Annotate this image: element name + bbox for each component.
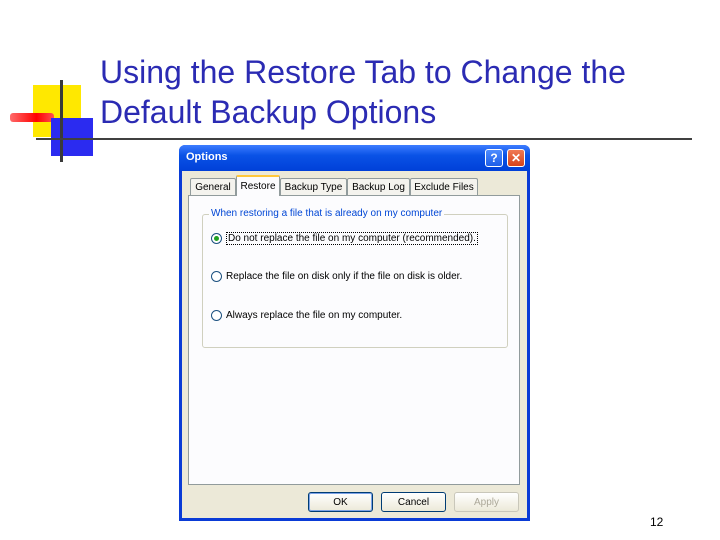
- cancel-button[interactable]: Cancel: [381, 492, 446, 512]
- option-label: Replace the file on disk only if the fil…: [226, 271, 463, 282]
- tab-general[interactable]: General: [190, 178, 236, 195]
- dialog-title: Options: [186, 151, 228, 163]
- tab-backup-log[interactable]: Backup Log: [347, 178, 410, 195]
- restore-options-group: When restoring a file that is already on…: [202, 208, 508, 348]
- option-do-not-replace[interactable]: Do not replace the file on my computer (…: [211, 232, 478, 245]
- options-dialog: Options ? ✕ General Restore Backup Type …: [179, 145, 530, 521]
- tab-backup-type[interactable]: Backup Type: [280, 178, 347, 195]
- radio-replace-if-older[interactable]: [211, 271, 222, 282]
- tab-exclude-files[interactable]: Exclude Files: [410, 178, 478, 195]
- decor-blue-square: [51, 118, 93, 156]
- dialog-titlebar[interactable]: Options ? ✕: [179, 145, 530, 171]
- question-mark-icon: ?: [490, 151, 498, 165]
- option-replace-if-older[interactable]: Replace the file on disk only if the fil…: [211, 271, 462, 282]
- radio-always-replace[interactable]: [211, 310, 222, 321]
- decor-vertical-line: [60, 80, 63, 162]
- ok-button[interactable]: OK: [308, 492, 373, 512]
- close-icon: ✕: [510, 151, 522, 165]
- slide-number: 12: [650, 515, 664, 529]
- dialog-client-area: General Restore Backup Type Backup Log E…: [182, 171, 527, 518]
- decor-red-bar: [10, 113, 54, 122]
- tab-restore[interactable]: Restore: [236, 175, 280, 196]
- close-button[interactable]: ✕: [507, 149, 525, 167]
- option-label: Always replace the file on my computer.: [226, 310, 403, 321]
- group-label: When restoring a file that is already on…: [209, 208, 445, 219]
- slide-title: Using the Restore Tab to Change the Defa…: [100, 54, 626, 130]
- title-underline: [36, 138, 692, 140]
- option-label: Do not replace the file on my computer (…: [226, 232, 478, 245]
- radio-do-not-replace[interactable]: [211, 233, 222, 244]
- help-button[interactable]: ?: [485, 149, 503, 167]
- restore-tab-panel: When restoring a file that is already on…: [188, 195, 520, 485]
- option-always-replace[interactable]: Always replace the file on my computer.: [211, 310, 402, 321]
- apply-button[interactable]: Apply: [454, 492, 519, 512]
